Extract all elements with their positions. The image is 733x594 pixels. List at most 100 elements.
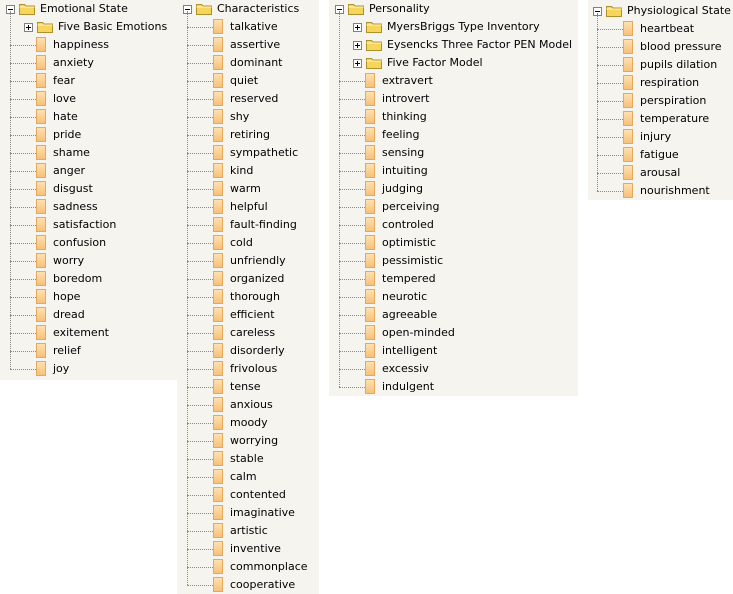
leaf-label: pessimistic <box>382 254 444 267</box>
leaf-node-icon <box>623 57 633 72</box>
leaf-label: optimistic <box>382 236 437 249</box>
tree-connector-tick <box>187 261 213 262</box>
leaf-node-icon <box>365 253 375 268</box>
leaf-node-icon <box>213 145 223 160</box>
tree-connector-tick <box>339 171 365 172</box>
leaf-label: confusion <box>53 236 107 249</box>
folder-icon <box>37 20 53 33</box>
tree-connector-tick <box>339 81 365 82</box>
leaf-label: frivolous <box>230 362 278 375</box>
leaf-node-icon <box>623 93 633 108</box>
group-label: Eysencks Three Factor PEN Model <box>387 38 573 51</box>
tree-connector-tick <box>10 297 36 298</box>
leaf-label: commonplace <box>230 560 308 573</box>
leaf-label: sympathetic <box>230 146 299 159</box>
plus-toggle-icon[interactable] <box>353 23 362 32</box>
leaf-node-icon <box>365 127 375 142</box>
leaf-node-icon <box>36 253 46 268</box>
plus-toggle-icon[interactable] <box>24 23 33 32</box>
tree-connector-tick <box>187 423 213 424</box>
leaf-label: careless <box>230 326 276 339</box>
tree-connector-tick <box>187 171 213 172</box>
leaf-label: cold <box>230 236 253 249</box>
leaf-label: indulgent <box>382 380 435 393</box>
tree-connector-tick <box>597 83 623 84</box>
leaf-label: fatigue <box>640 148 679 161</box>
leaf-node-icon <box>623 183 633 198</box>
leaf-node-icon <box>365 109 375 124</box>
group-label: Five Basic Emotions <box>58 20 168 33</box>
leaf-label: controled <box>382 218 434 231</box>
leaf-node-icon <box>623 111 633 126</box>
leaf-node-icon <box>365 235 375 250</box>
tree-connector-tick <box>187 495 213 496</box>
leaf-label: worry <box>53 254 85 267</box>
leaf-node-icon <box>365 379 375 394</box>
leaf-node-icon <box>213 271 223 286</box>
leaf-label: blood pressure <box>640 40 722 53</box>
leaf-node-icon <box>213 181 223 196</box>
tree-connector-tick <box>10 135 36 136</box>
leaf-label: pride <box>53 128 82 141</box>
leaf-label: hate <box>53 110 78 123</box>
leaf-node-icon <box>36 343 46 358</box>
leaf-label: temperature <box>640 112 710 125</box>
tree-connector-tick <box>187 117 213 118</box>
tree-connector-tick <box>597 191 623 192</box>
leaf-label: moody <box>230 416 268 429</box>
tree-connector-tick <box>597 173 623 174</box>
leaf-node-icon <box>623 75 633 90</box>
leaf-label: quiet <box>230 74 259 87</box>
leaf-node-icon <box>36 361 46 376</box>
leaf-node-icon <box>213 505 223 520</box>
folder-icon <box>19 2 35 15</box>
leaf-node-icon <box>36 181 46 196</box>
tree-connector-tick <box>10 207 36 208</box>
leaf-label: fault-finding <box>230 218 297 231</box>
tree-connector-tick <box>339 315 365 316</box>
leaf-node-icon <box>213 37 223 52</box>
plus-toggle-icon[interactable] <box>353 59 362 68</box>
tree-connector-tick <box>339 261 365 262</box>
tree-connector-tick <box>10 279 36 280</box>
leaf-label: intuiting <box>382 164 428 177</box>
leaf-label: helpful <box>230 200 268 213</box>
tree-connector-line <box>187 11 188 585</box>
leaf-label: artistic <box>230 524 268 537</box>
leaf-node-icon <box>213 199 223 214</box>
tree-connector-tick <box>339 153 365 154</box>
tree-connector-tick <box>339 351 365 352</box>
leaf-node-icon <box>213 235 223 250</box>
tree-connector-tick <box>187 243 213 244</box>
leaf-node-icon <box>213 289 223 304</box>
plus-toggle-icon[interactable] <box>353 41 362 50</box>
leaf-label: calm <box>230 470 257 483</box>
leaf-label: open-minded <box>382 326 455 339</box>
leaf-label: dominant <box>230 56 283 69</box>
tree-connector-tick <box>187 225 213 226</box>
leaf-label: imaginative <box>230 506 295 519</box>
tree-connector-tick <box>187 513 213 514</box>
tree-connector-tick <box>187 459 213 460</box>
leaf-label: pupils dilation <box>640 58 718 71</box>
tree-connector-tick <box>339 243 365 244</box>
leaf-label: anxiety <box>53 56 94 69</box>
tree-connector-tick <box>339 135 365 136</box>
tree-connector-tick <box>187 531 213 532</box>
tree-connector-tick <box>339 297 365 298</box>
leaf-node-icon <box>365 91 375 106</box>
leaf-label: talkative <box>230 20 278 33</box>
leaf-node-icon <box>213 577 223 592</box>
leaf-node-icon <box>36 271 46 286</box>
tree-connector-tick <box>187 369 213 370</box>
tree-connector-tick <box>339 99 365 100</box>
tree-connector-tick <box>339 189 365 190</box>
leaf-label: injury <box>640 130 672 143</box>
tree-connector-tick <box>10 225 36 226</box>
tree-connector-tick <box>597 137 623 138</box>
leaf-label: heartbeat <box>640 22 695 35</box>
leaf-label: warm <box>230 182 261 195</box>
leaf-label: contented <box>230 488 286 501</box>
leaf-node-icon <box>36 235 46 250</box>
folder-icon <box>196 2 212 15</box>
